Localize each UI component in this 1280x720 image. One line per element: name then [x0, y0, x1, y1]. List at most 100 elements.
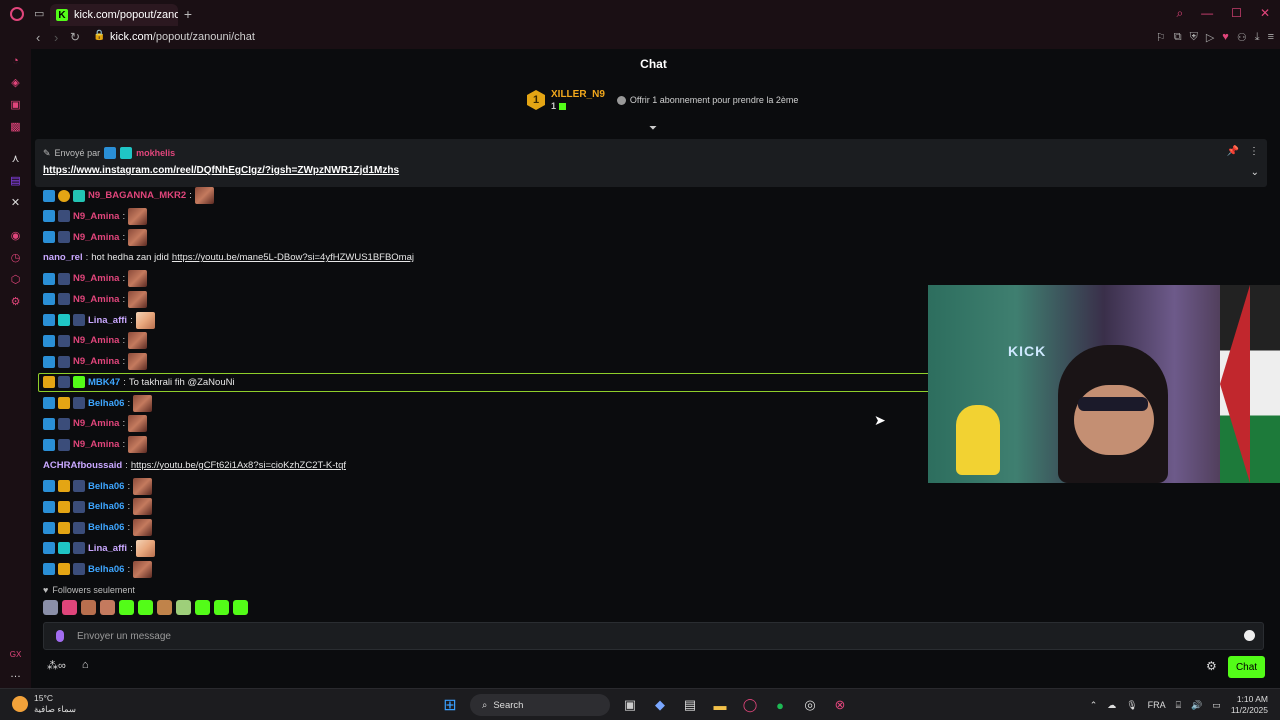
- gift-offer[interactable]: Offrir 1 abonnement pour prendre la 2ème: [616, 95, 798, 105]
- player-icon[interactable]: ▷: [1206, 31, 1214, 44]
- pinned-link[interactable]: https://www.instagram.com/reel/DQfNhEgCI…: [43, 165, 399, 176]
- forward-button[interactable]: ›: [54, 30, 58, 45]
- chat-message[interactable]: Belha06:: [43, 560, 153, 579]
- chat-message[interactable]: N9_Amina:: [43, 269, 148, 288]
- games-icon[interactable]: ▩: [9, 121, 22, 134]
- back-button[interactable]: ‹: [36, 30, 40, 45]
- chat-message[interactable]: Belha06:: [43, 477, 153, 496]
- weather-widget[interactable]: 15°C سماء صافية: [12, 693, 76, 715]
- adblock-icon[interactable]: ⛨: [1190, 31, 1198, 44]
- close-button[interactable]: ✕: [1260, 6, 1270, 21]
- snapshot-icon[interactable]: ⧉: [1174, 31, 1182, 44]
- chat-username[interactable]: Lina_affi: [88, 315, 127, 326]
- messenger-icon[interactable]: ▣: [9, 99, 22, 112]
- file-explorer-icon[interactable]: ▬: [710, 695, 730, 715]
- chat-message[interactable]: Belha06:: [43, 497, 153, 516]
- profile-icon[interactable]: ⚇: [1237, 31, 1247, 44]
- emote-button[interactable]: [119, 600, 134, 615]
- chat-message[interactable]: N9_Amina:: [43, 290, 148, 309]
- chat-settings-icon[interactable]: ⚙: [1206, 659, 1217, 673]
- chat-username[interactable]: Belha06: [88, 522, 124, 533]
- store-app-icon[interactable]: ▤: [680, 695, 700, 715]
- chat-message[interactable]: N9_Amina:: [43, 331, 148, 350]
- new-tab-button[interactable]: +: [180, 6, 196, 22]
- emote-button[interactable]: [43, 600, 58, 615]
- send-chat-button[interactable]: Chat: [1228, 656, 1265, 678]
- bookmark-icon[interactable]: ⚐: [1156, 31, 1166, 44]
- chat-message[interactable]: N9_Amina:: [43, 352, 148, 371]
- chat-username[interactable]: Belha06: [88, 398, 124, 409]
- app-icon[interactable]: ⊗: [830, 695, 850, 715]
- chevron-up-icon[interactable]: ⌃: [1090, 700, 1098, 711]
- chat-username[interactable]: N9_Amina: [73, 335, 119, 346]
- network-icon[interactable]: ⌸: [1176, 700, 1181, 711]
- emote-button[interactable]: [214, 600, 229, 615]
- emote-button[interactable]: [100, 600, 115, 615]
- gx-icon[interactable]: GX: [9, 648, 22, 661]
- chat-message[interactable]: Belha06:: [43, 394, 153, 413]
- chat-message[interactable]: N9_Amina:: [43, 207, 148, 226]
- chat-message[interactable]: Lina_affi:: [43, 311, 155, 330]
- chat-message-link[interactable]: https://youtu.be/gCFt62i1Ax8?si=cioKzhZC…: [131, 460, 346, 471]
- battery-icon[interactable]: ▭: [1212, 700, 1221, 711]
- chat-message-link[interactable]: https://youtu.be/mane5L-DBow?si=4yfHZWUS…: [172, 252, 414, 263]
- kick-sidebar-icon[interactable]: ⋏: [9, 153, 22, 166]
- emote-button[interactable]: [157, 600, 172, 615]
- pinned-message[interactable]: ✎ Envoyé par mokhelis https://www.instag…: [35, 139, 1267, 187]
- chat-username[interactable]: N9_Amina: [73, 356, 119, 367]
- browser-running-icon[interactable]: ◎: [800, 695, 820, 715]
- chat-username[interactable]: N9_BAGANNA_MKR2: [88, 190, 186, 201]
- collapse-pinned-icon[interactable]: ⏷: [649, 123, 657, 134]
- chat-username[interactable]: N9_Amina: [73, 418, 119, 429]
- mic-tray-icon[interactable]: 🎙: [1126, 700, 1137, 711]
- chat-username[interactable]: Belha06: [88, 501, 124, 512]
- emote-button[interactable]: [138, 600, 153, 615]
- top-gifter[interactable]: 1 XILLER_N9 1 Offrir 1 abonnement pour p…: [527, 89, 798, 111]
- emoji-picker-icon[interactable]: [1244, 630, 1255, 641]
- chat-username[interactable]: nano_rel: [43, 252, 83, 263]
- message-input[interactable]: [44, 630, 1224, 642]
- taskbar-search[interactable]: ⌕ Search: [470, 694, 610, 716]
- chat-username[interactable]: Belha06: [88, 481, 124, 492]
- more-icon[interactable]: …: [9, 668, 22, 681]
- emote-button[interactable]: [62, 600, 77, 615]
- emote-button[interactable]: [195, 600, 210, 615]
- chat-message[interactable]: Belha06:: [43, 518, 153, 537]
- chat-message[interactable]: nano_rel: hot hedha zan jdid https://youtu…: [43, 248, 414, 267]
- heart-icon[interactable]: ♥: [1222, 31, 1229, 44]
- chat-username[interactable]: N9_Amina: [73, 439, 119, 450]
- shopping-icon[interactable]: ◈: [9, 77, 22, 90]
- chat-username[interactable]: N9_Amina: [73, 294, 119, 305]
- chat-message[interactable]: MBK47: To takhrali fih @ZaNouNi: [38, 372, 931, 392]
- pin-icon[interactable]: 📌: [1227, 146, 1239, 157]
- lock-icon[interactable]: 🔒: [93, 30, 105, 41]
- chat-message[interactable]: Lina_affi:: [43, 539, 155, 558]
- maximize-button[interactable]: ☐: [1231, 6, 1242, 21]
- chat-message[interactable]: N9_Amina:: [43, 228, 148, 247]
- search-tabs-icon[interactable]: ⌕: [1176, 6, 1183, 21]
- settings-icon[interactable]: ⚙: [9, 296, 22, 309]
- emote-button[interactable]: [176, 600, 191, 615]
- chat-message[interactable]: ACHRAfboussaid: https://youtu.be/gCFt62i1…: [43, 456, 346, 475]
- emote-button[interactable]: [81, 600, 96, 615]
- x-icon[interactable]: ✕: [9, 197, 22, 210]
- emote-button[interactable]: [233, 600, 248, 615]
- chat-username[interactable]: Lina_affi: [88, 543, 127, 554]
- download-icon[interactable]: ⤓: [1255, 31, 1260, 44]
- onedrive-icon[interactable]: ☁: [1107, 700, 1116, 711]
- copilot-icon[interactable]: ◆: [650, 695, 670, 715]
- menu-icon[interactable]: ≡: [1268, 31, 1274, 44]
- clock[interactable]: 1:10 AM 11/2/2025: [1231, 694, 1268, 716]
- chevron-down-icon[interactable]: ⌄: [1251, 167, 1259, 178]
- chat-username[interactable]: ACHRAfboussaid: [43, 460, 122, 471]
- twitch-icon[interactable]: ▤: [9, 175, 22, 188]
- points-icon[interactable]: ⁂∞: [47, 659, 66, 672]
- browser-tab-active[interactable]: K kick.com/popout/zanouni: [50, 4, 178, 26]
- microphone-icon[interactable]: [56, 630, 64, 642]
- address-field[interactable]: kick.com/popout/zanouni/chat: [110, 31, 255, 43]
- store-icon[interactable]: ⌂: [82, 659, 89, 672]
- opera-gx-icon[interactable]: ◯: [740, 695, 760, 715]
- more-options-icon[interactable]: ⋮: [1249, 146, 1259, 157]
- chat-username[interactable]: MBK47: [88, 377, 120, 388]
- player-sidebar-icon[interactable]: ◉: [9, 230, 22, 243]
